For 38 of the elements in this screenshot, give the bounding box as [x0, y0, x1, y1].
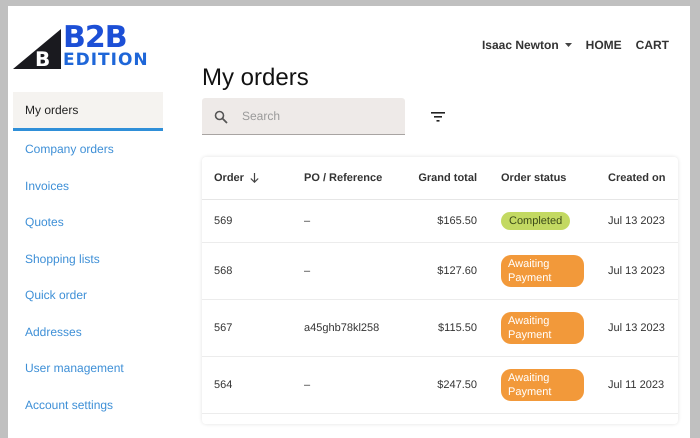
- search-icon: [214, 110, 228, 124]
- logo-title: B2B: [63, 24, 127, 52]
- sort-down-icon[interactable]: [250, 173, 259, 183]
- column-header[interactable]: PO / Reference: [304, 170, 382, 186]
- table-cell-text: $165.50: [437, 214, 477, 229]
- table-cell-text: $247.50: [437, 378, 477, 393]
- table-cell: –: [304, 264, 310, 277]
- table-cell: –: [304, 214, 310, 227]
- column-header[interactable]: Order status: [501, 170, 566, 186]
- table-cell: 567: [214, 322, 232, 334]
- table-cell: Jul 13 2023: [608, 264, 665, 277]
- table-cell: 568: [214, 264, 232, 277]
- column-header[interactable]: Order: [214, 170, 244, 186]
- column-header[interactable]: Created on: [608, 170, 666, 186]
- table-cell-text: $115.50: [438, 320, 477, 336]
- table-cell: Jul 13 2023: [608, 214, 665, 227]
- table-cell: Jul 13 2023: [608, 322, 665, 334]
- table-cell: 569: [214, 214, 232, 227]
- filter-icon[interactable]: [431, 112, 445, 122]
- table-cell: Jul 11 2023: [608, 378, 664, 391]
- status-badge: Awaiting Payment: [501, 255, 584, 287]
- page-title: My orders: [202, 63, 310, 93]
- logo-icon: B: [13, 29, 61, 69]
- search-field[interactable]: Search: [202, 98, 405, 135]
- sidebar-item[interactable]: My orders: [13, 92, 163, 131]
- table-cell: a45ghb78kl258: [304, 322, 380, 334]
- table-cell: 564: [214, 378, 232, 391]
- status-badge: Awaiting Payment: [501, 312, 584, 344]
- table-cell: –: [304, 378, 310, 391]
- nav-link[interactable]: CART: [636, 36, 669, 54]
- table-cell-text: $127.60: [437, 264, 477, 279]
- column-header[interactable]: Grand total: [418, 170, 477, 186]
- user-menu[interactable]: Isaac Newton: [482, 36, 572, 54]
- caret-icon: [564, 43, 572, 47]
- nav-link[interactable]: HOME: [586, 36, 622, 54]
- status-badge: Awaiting Payment: [501, 369, 584, 401]
- status-badge: Completed: [501, 212, 570, 230]
- logo-subtitle: EDITION: [63, 52, 149, 69]
